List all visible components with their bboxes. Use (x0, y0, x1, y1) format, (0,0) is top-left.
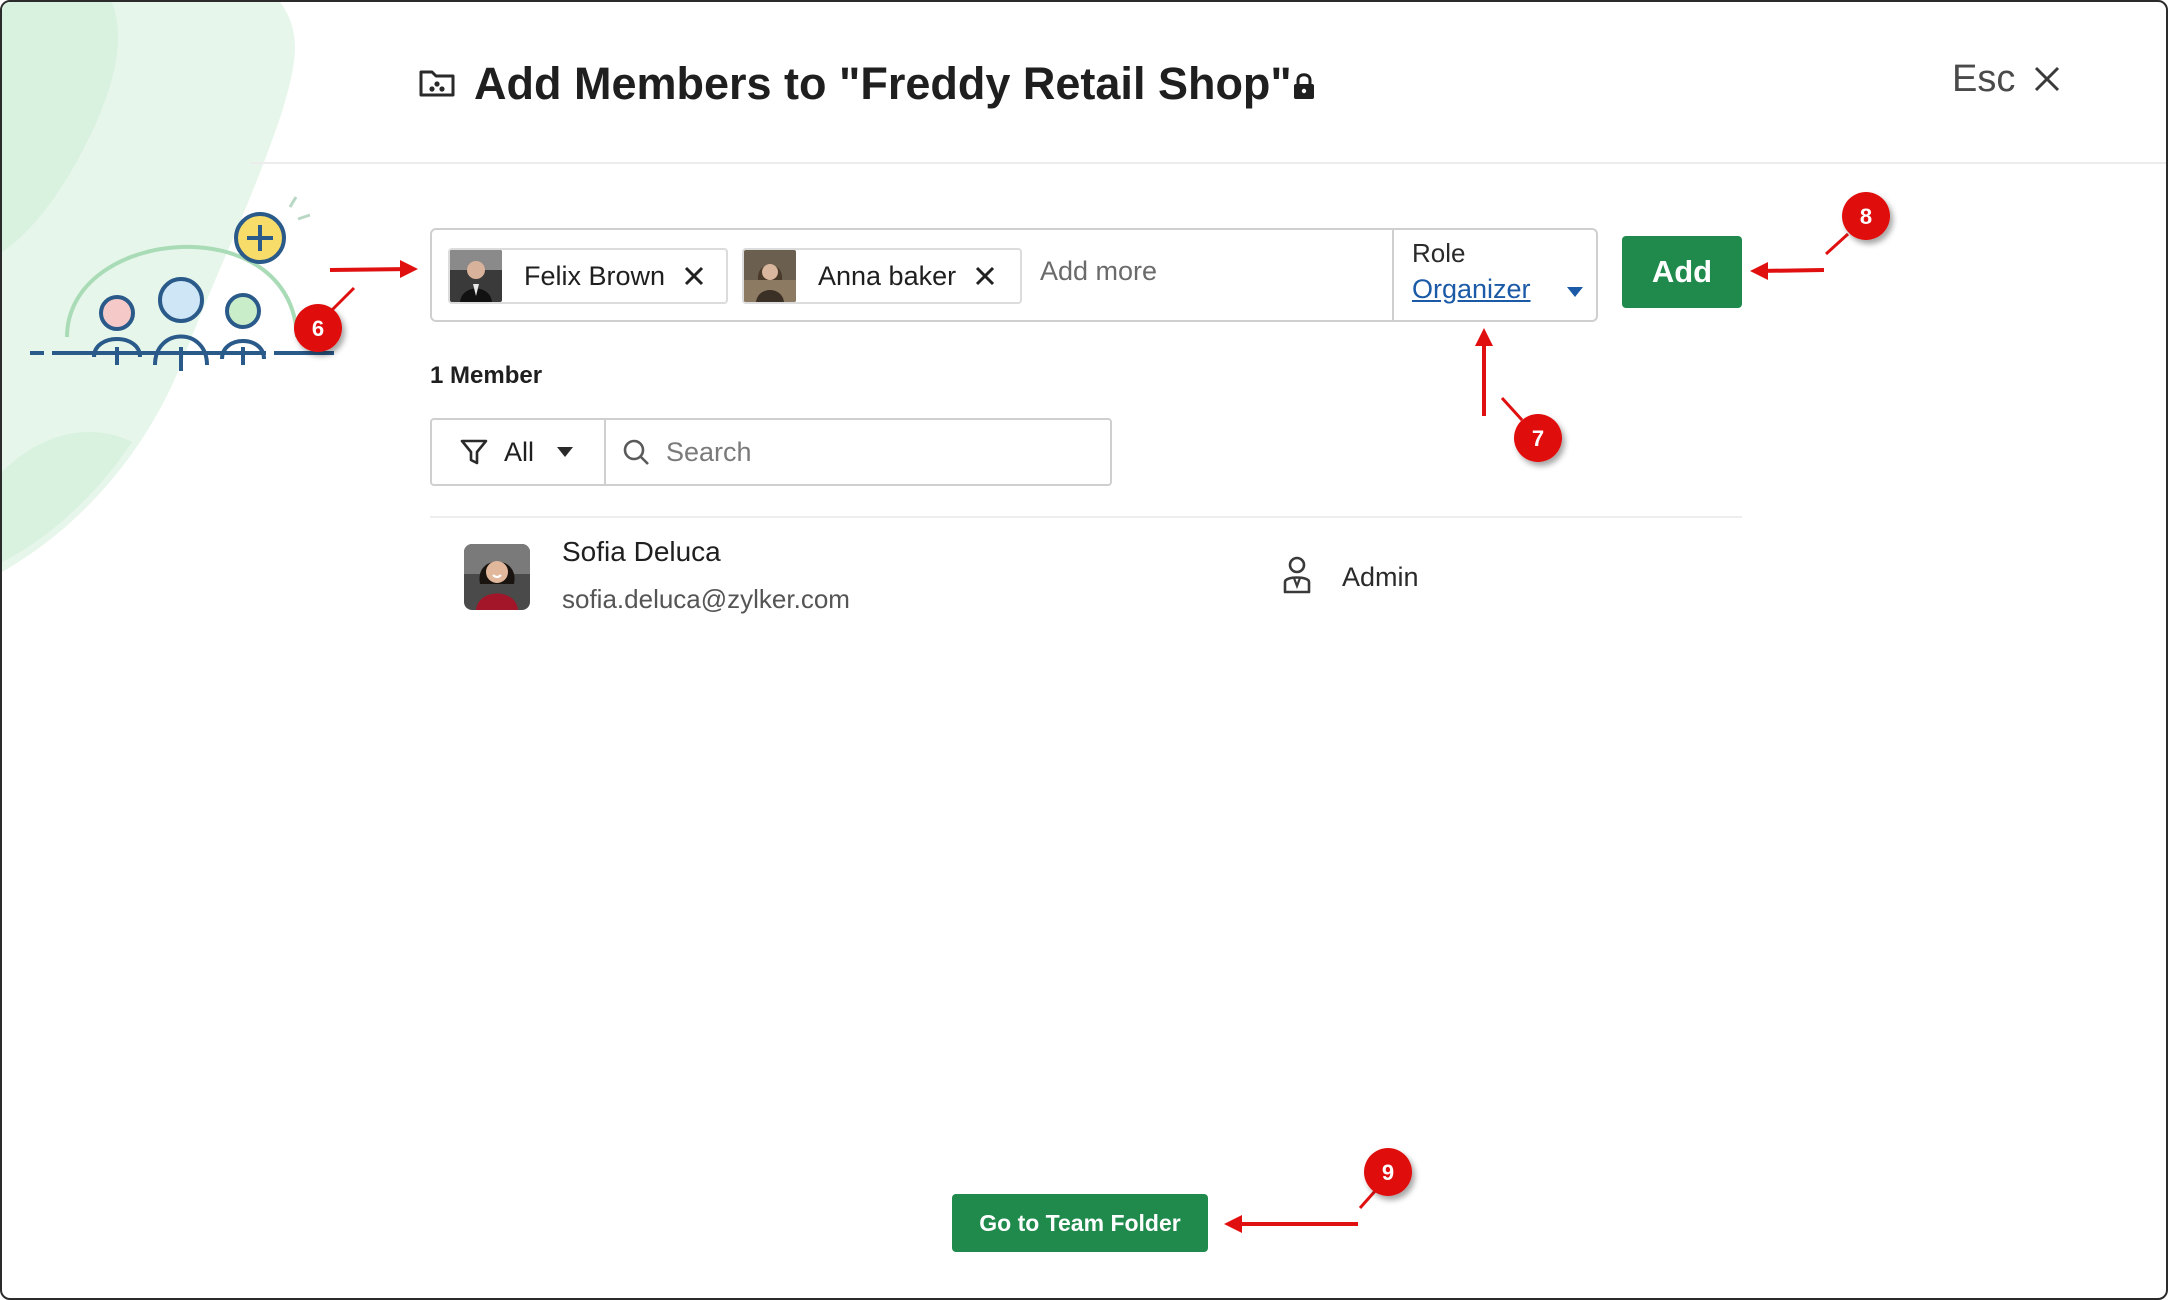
admin-role-icon (1283, 556, 1311, 594)
user-avatar (744, 250, 796, 302)
badge-number: 7 (1532, 426, 1544, 451)
list-divider (430, 516, 1742, 518)
annotation-arrow (1224, 1189, 1378, 1233)
member-name: Sofia Deluca (562, 536, 721, 567)
add-more-input[interactable]: Add more (1040, 256, 1157, 287)
badge-number: 9 (1382, 1160, 1394, 1185)
member-count: 1 Member (430, 362, 543, 389)
remove-chip-icon[interactable] (679, 261, 709, 291)
user-avatar (450, 250, 502, 302)
annotation-badge: 9 (1364, 1148, 1412, 1196)
selected-user-chip: Anna baker (742, 248, 1022, 304)
go-to-team-folder-button[interactable]: Go to Team Folder (952, 1194, 1208, 1252)
close-icon[interactable] (2032, 64, 2062, 94)
annotation-badge: 8 (1842, 192, 1890, 240)
search-icon (623, 439, 649, 465)
header-divider (250, 162, 2166, 164)
member-filter-bar: All (430, 418, 1112, 486)
selected-user-chip: Felix Brown (448, 248, 728, 304)
badge-number: 8 (1860, 204, 1872, 229)
people-picker[interactable]: Felix Brown Anna baker Add more Role Org… (430, 228, 1598, 322)
team-illustration (30, 196, 334, 371)
filter-dropdown[interactable]: All (432, 420, 606, 484)
annotation-arrow (1750, 232, 1850, 280)
annotation-badge: 7 (1514, 414, 1562, 462)
remove-chip-icon[interactable] (970, 261, 1000, 291)
filter-label: All (504, 436, 535, 467)
role-dropdown[interactable]: Organizer (1412, 274, 1531, 305)
chip-name: Anna baker (818, 260, 957, 291)
annotation-arrow (1475, 328, 1524, 422)
lock-icon (1294, 73, 1314, 99)
member-avatar (464, 544, 530, 610)
chip-name: Felix Brown (524, 260, 666, 291)
dialog-title: Add Members to "Freddy Retail Shop" (474, 58, 1292, 109)
role-label: Role (1412, 238, 1466, 268)
member-role: Admin (1342, 562, 1419, 592)
esc-label[interactable]: Esc (1952, 58, 2015, 101)
search-field (606, 420, 1110, 484)
member-row[interactable]: Sofia Deluca sofia.deluca@zylker.com Adm… (430, 522, 1742, 632)
filter-icon (460, 439, 488, 465)
add-button[interactable]: Add (1622, 236, 1742, 308)
team-folder-icon (419, 70, 455, 97)
member-email: sofia.deluca@zylker.com (562, 584, 850, 614)
role-selector[interactable]: Role Organizer (1392, 230, 1598, 320)
add-members-dialog: Add Members to "Freddy Retail Shop" Esc … (0, 0, 2168, 1300)
search-input[interactable] (664, 435, 1088, 469)
caret-down-icon (557, 447, 574, 457)
caret-down-icon[interactable] (1566, 286, 1584, 298)
